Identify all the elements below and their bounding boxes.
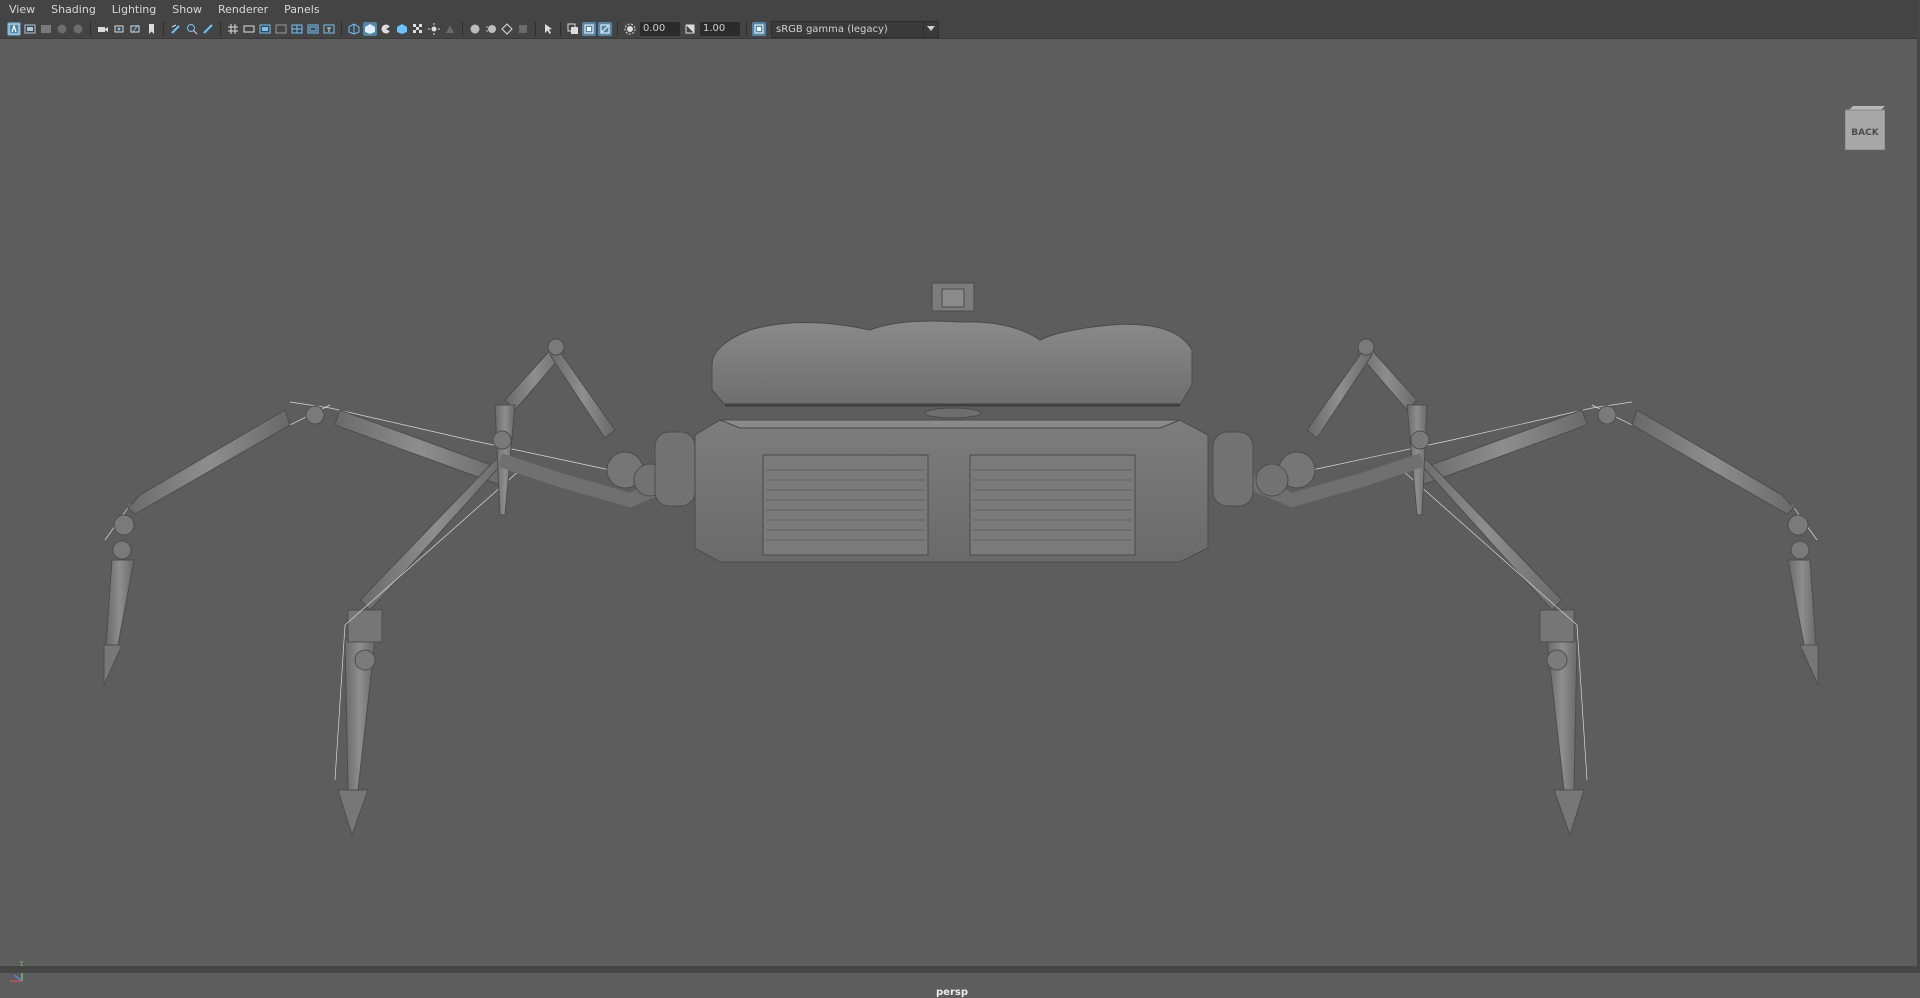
screen-space-ao-icon[interactable] xyxy=(468,22,482,36)
axis-gizmo-icon: Y xyxy=(10,961,24,982)
pencil-icon[interactable] xyxy=(201,22,215,36)
right-legs xyxy=(1219,338,1819,837)
menu-show[interactable]: Show xyxy=(164,0,210,20)
grid-icon[interactable] xyxy=(226,22,240,36)
exposure-field[interactable]: 0.00 xyxy=(640,22,680,36)
viewport-3d[interactable]: BACK Y persp xyxy=(0,39,1920,998)
color-management-icon[interactable] xyxy=(752,22,766,36)
image-plane-icon[interactable] xyxy=(55,22,69,36)
shadows-icon[interactable] xyxy=(443,22,457,36)
film-gate-icon[interactable] xyxy=(242,22,256,36)
spider-robot-model xyxy=(103,282,1819,837)
isolate-select-icon[interactable] xyxy=(541,22,555,36)
safe-action-icon[interactable] xyxy=(306,22,320,36)
camera-move-icon[interactable] xyxy=(112,22,126,36)
menu-renderer[interactable]: Renderer xyxy=(210,0,276,20)
safe-title-icon[interactable] xyxy=(322,22,336,36)
xray-joints-icon[interactable] xyxy=(582,22,596,36)
panel-toolbar: 0.00 1.00 sRGB gamma (legacy) xyxy=(0,20,1920,39)
camera-tumble-icon[interactable] xyxy=(128,22,142,36)
left-legs xyxy=(103,338,703,837)
menu-lighting[interactable]: Lighting xyxy=(104,0,164,20)
body-box xyxy=(694,419,1209,563)
gamma-field[interactable]: 1.00 xyxy=(700,22,740,36)
textured-icon[interactable] xyxy=(395,22,409,36)
view-cube[interactable]: BACK xyxy=(1844,106,1886,151)
smooth-shade-icon[interactable] xyxy=(363,22,377,36)
wireframe-icon[interactable] xyxy=(347,22,361,36)
bookmark-flag-icon[interactable] xyxy=(144,22,158,36)
two-d-pan-icon[interactable] xyxy=(71,22,85,36)
motion-blur-icon[interactable] xyxy=(484,22,498,36)
exposure-icon[interactable] xyxy=(623,22,637,36)
colorspace-dropdown[interactable]: sRGB gamma (legacy) xyxy=(771,20,939,38)
field-chart-icon[interactable] xyxy=(290,22,304,36)
use-default-material-icon[interactable] xyxy=(379,22,393,36)
colorspace-value: sRGB gamma (legacy) xyxy=(776,23,888,35)
xray-active-components-icon[interactable] xyxy=(598,22,612,36)
xray-icon[interactable] xyxy=(566,22,580,36)
menu-panels[interactable]: Panels xyxy=(276,0,327,20)
checker-icon[interactable] xyxy=(411,22,425,36)
depth-of-field-icon[interactable] xyxy=(516,22,530,36)
select-camera-icon[interactable] xyxy=(7,22,21,36)
gate-mask-icon[interactable] xyxy=(274,22,288,36)
bottom-frame xyxy=(0,966,1920,973)
anti-aliasing-icon[interactable] xyxy=(500,22,514,36)
menu-shading[interactable]: Shading xyxy=(43,0,104,20)
panel-menubar: View Shading Lighting Show Renderer Pane… xyxy=(0,0,1920,20)
gamma-icon[interactable] xyxy=(683,22,697,36)
menu-view[interactable]: View xyxy=(0,0,43,20)
camera-attributes-icon[interactable] xyxy=(23,22,37,36)
view-cube-face-label[interactable]: BACK xyxy=(1845,128,1885,138)
grease-pencil-icon[interactable] xyxy=(169,22,183,36)
bookmark-icon[interactable] xyxy=(39,22,53,36)
use-all-lights-icon[interactable] xyxy=(427,22,441,36)
resolution-gate-icon[interactable] xyxy=(258,22,272,36)
chevron-down-icon xyxy=(923,21,938,37)
camera-name-label: persp xyxy=(936,987,968,998)
camera-icon[interactable] xyxy=(96,22,110,36)
two-d-pan-zoom-icon[interactable] xyxy=(185,22,199,36)
top-saddle xyxy=(711,282,1193,419)
